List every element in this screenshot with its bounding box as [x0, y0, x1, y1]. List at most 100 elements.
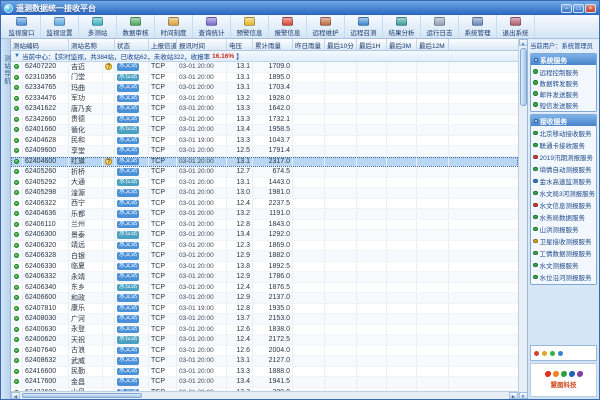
service-item[interactable]: 水文信息测报服务 [531, 199, 596, 211]
online-status-icon [14, 180, 19, 185]
table-row[interactable]: 62408030 广河 ? 水文站 TCP 03-01 20:00 13.7 2… [11, 314, 518, 325]
service-item[interactable]: 山洪测报服务 [531, 223, 596, 235]
table-row[interactable]: 62406110 兰州 ? 水文站 TCP 03-01 20:00 12.8 1… [11, 220, 518, 231]
minimize-button[interactable]: − [561, 4, 572, 13]
toolbar-button[interactable]: 监视窗口 [3, 15, 41, 38]
scroll-left-icon[interactable]: ◀ [11, 392, 20, 399]
column-header-total-rain[interactable]: 累计雨量 [253, 39, 293, 50]
column-header-channel[interactable]: 上报信道 [149, 39, 177, 50]
toolbar-button[interactable]: 时间刻度 [155, 15, 193, 38]
table-row[interactable]: 62310356 门堂 ? 水位站 TCP 03-01 20:00 13.1 1… [11, 73, 518, 84]
vertical-scrollbar-thumb[interactable] [520, 48, 527, 106]
column-header-report-time[interactable]: 报讯时间 [177, 39, 227, 50]
table-row[interactable]: 62341622 唐乃亥 ? 水文站 TCP 03-01 20:00 13.3 … [11, 104, 518, 115]
column-header-last-12m[interactable]: 最后12M [417, 39, 449, 50]
table-row[interactable]: 62405292 大通 ? 水位站 TCP 03-01 20:00 13.1 1… [11, 178, 518, 189]
table-row[interactable]: 62417600 金昌 ? 水文站 TCP 03-01 20:00 13.4 1… [11, 377, 518, 388]
table-row[interactable]: 62406300 景泰 ? 水位站 TCP 03-01 20:00 13.4 1… [11, 230, 518, 241]
service-item[interactable]: 邮件发送服务 [531, 88, 596, 99]
table-row[interactable]: 62416600 民勤 ? 水文站 TCP 03-01 20:00 13.3 1… [11, 367, 518, 378]
toolbar-button[interactable]: 数据审核 [117, 15, 155, 38]
station-code-cell: 62406600 [23, 293, 69, 303]
service-item[interactable]: 水文测报服务 [531, 259, 596, 271]
voltage-cell: 12.9 [227, 293, 253, 303]
toolbar-button[interactable]: 退出系统 [497, 15, 535, 38]
row-filler [449, 199, 518, 209]
service-item[interactable]: 数据转发服务 [531, 77, 596, 88]
table-row[interactable]: 62406320 靖远 ? 水文站 TCP 03-01 20:00 12.3 1… [11, 241, 518, 252]
table-row[interactable]: 62407640 古浪 ? 水文站 TCP 03-01 20:00 12.6 2… [11, 346, 518, 357]
table-row[interactable]: 62405298 湟源 ? 水文站 TCP 03-01 20:00 13.0 1… [11, 188, 518, 199]
maximize-button[interactable]: □ [573, 4, 584, 13]
horizontal-scrollbar-thumb[interactable] [22, 393, 142, 398]
table-row[interactable]: 62334765 玛曲 ? 水文站 TCP 03-01 20:00 13.1 1… [11, 83, 518, 94]
toolbar-button[interactable]: 多测站 [79, 15, 117, 38]
table-row[interactable]: 62408632 武威 ? 水文站 TCP 03-01 20:00 13.1 2… [11, 356, 518, 367]
table-row[interactable]: 62406332 永靖 ? 水文站 TCP 03-01 20:00 12.9 1… [11, 272, 518, 283]
toolbar-button[interactable]: 查询统计 [193, 15, 231, 38]
toolbar-button[interactable]: 报警信息 [269, 15, 307, 38]
station-type-cell: 水文站 [115, 272, 149, 282]
service-item[interactable]: 联通卡接收服务 [531, 139, 596, 151]
table-row[interactable]: 62342660 贵德 ? 水文站 TCP 03-01 20:00 13.3 1… [11, 115, 518, 126]
service-item[interactable]: 水位沿河测报服务 [531, 271, 596, 283]
table-row[interactable]: 62406328 白银 ? 水文站 TCP 03-01 20:00 12.9 1… [11, 251, 518, 262]
table-row[interactable]: 62400630 永登 ? 水文站 TCP 03-01 20:00 12.6 1… [11, 325, 518, 336]
table-row[interactable]: 62401660 循化 ? 水位站 TCP 03-01 20:00 13.4 1… [11, 125, 518, 136]
station-type-badge: 水文站 [117, 84, 139, 92]
service-item[interactable]: 金水高速监测服务 [531, 175, 596, 187]
table-row[interactable]: 62406600 和政 ? 水文站 TCP 03-01 20:00 12.9 2… [11, 293, 518, 304]
table-row[interactable]: 62404628 民和 ? 水文站 TCP 03-01 19:00 13.3 1… [11, 136, 518, 147]
system-services-header[interactable]: 系统服务 [531, 54, 596, 65]
report-time-cell: 03-01 20:00 [177, 104, 227, 114]
last-12m-cell [417, 230, 449, 240]
close-button[interactable]: × [585, 4, 596, 13]
column-header-last-3m[interactable]: 最后3M [387, 39, 417, 50]
service-item[interactable]: 短信发送服务 [531, 99, 596, 110]
row-filler [449, 62, 518, 72]
toolbar-button[interactable]: 预警信息 [231, 15, 269, 38]
last-10min-cell [325, 325, 357, 335]
toolbar-button[interactable]: 远程维护 [307, 15, 345, 38]
table-row[interactable]: 62405260 折桥 ? 水文站 TCP 03-01 20:00 12.7 6… [11, 167, 518, 178]
station-type-cell: 水位站 [115, 178, 149, 188]
column-header-voltage[interactable]: 电压 [227, 39, 253, 50]
vertical-scrollbar[interactable]: ▲ ▼ [518, 39, 527, 399]
toolbar-button[interactable]: 运行日志 [421, 15, 459, 38]
table-row[interactable]: 62407220 吉迈 ? 水文站 TCP 03-01 20:00 13.1 1… [11, 62, 518, 73]
service-item[interactable]: 水文局3河测报服务 [531, 187, 596, 199]
scroll-right-icon[interactable]: ▶ [509, 392, 518, 399]
column-header-last-10min[interactable]: 最后10分 [325, 39, 357, 50]
table-row[interactable]: 62404636 乐都 ? 水文站 TCP 03-01 20:00 13.2 1… [11, 209, 518, 220]
receive-services-header[interactable]: 接收服务 [531, 115, 596, 126]
column-header-code[interactable]: 测站编码 [11, 39, 69, 50]
column-header-last-1h[interactable]: 最后1H [357, 39, 387, 50]
toolbar-button[interactable]: 系统管理 [459, 15, 497, 38]
service-status-icon [533, 275, 538, 280]
service-item[interactable]: 卫星接收测报服务 [531, 235, 596, 247]
service-item[interactable]: 工情数据测报服务 [531, 247, 596, 259]
horizontal-scrollbar[interactable]: ◀ ▶ [11, 391, 518, 399]
table-row[interactable]: 62409600 享堂 ? 水文站 TCP 03-01 20:00 12.5 1… [11, 146, 518, 157]
toolbar-button[interactable]: 结果分析 [383, 15, 421, 38]
last-12m-cell [417, 178, 449, 188]
column-header-yesterday-rain[interactable]: 昨日雨量 [293, 39, 325, 50]
service-item[interactable]: 北京移动接收服务 [531, 127, 596, 139]
table-row[interactable]: 62407810 康乐 ? 水文站 TCP 03-01 19:00 12.8 1… [11, 304, 518, 315]
table-row[interactable]: 62406330 临夏 ? 水文站 TCP 03-01 20:00 13.8 1… [11, 262, 518, 273]
table-row[interactable]: 62334476 军功 ? 水文站 TCP 03-01 20:00 13.2 1… [11, 94, 518, 105]
service-item[interactable]: 远程控制服务 [531, 66, 596, 77]
table-row[interactable]: 62404600 红旗 ? 水文站 TCP 03-01 20:00 13.1 2… [11, 157, 518, 168]
table-row[interactable]: 62406340 东乡 ? 水位站 TCP 03-01 20:00 12.4 1… [11, 283, 518, 294]
toolbar-button[interactable]: 监视设置 [41, 15, 79, 38]
service-item[interactable]: 墒情自动测报服务 [531, 163, 596, 175]
toolbar-button[interactable]: 远程召测 [345, 15, 383, 38]
column-header-name[interactable]: 测站名称 [69, 39, 115, 50]
service-item[interactable]: 2019汛期测报服务 [531, 151, 596, 163]
service-item[interactable]: 水务局数据服务 [531, 211, 596, 223]
last-3m-cell [387, 73, 417, 83]
table-row[interactable]: 62400620 天祝 ? 水位站 TCP 03-01 20:00 12.4 2… [11, 335, 518, 346]
table-row[interactable]: 62406322 西宁 ? 水文站 TCP 03-01 20:00 12.4 2… [11, 199, 518, 210]
station-nav-strip[interactable]: 测站导航 [1, 39, 11, 399]
column-header-status[interactable]: 状态 [115, 39, 149, 50]
